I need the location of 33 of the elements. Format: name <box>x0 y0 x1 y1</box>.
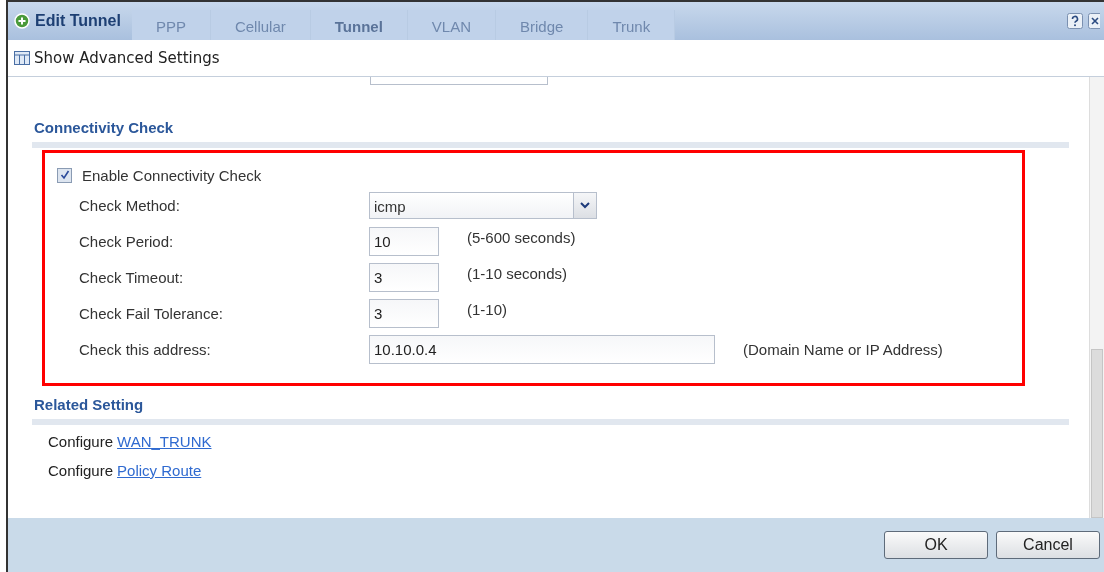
configure-text: Configure <box>48 433 114 450</box>
input-field[interactable]: 3 <box>369 298 439 328</box>
window-title: Edit Tunnel <box>35 12 121 30</box>
section-title: Connectivity Check <box>33 119 175 136</box>
chevron-down-icon <box>580 201 590 209</box>
cancel-button[interactable]: Cancel <box>996 531 1100 559</box>
ok-button[interactable]: OK <box>884 531 988 559</box>
range-hint: (1-10 seconds) <box>467 264 568 282</box>
close-icon[interactable] <box>1088 13 1100 29</box>
configure-text: Configure <box>48 462 114 479</box>
range-hint: (5-600 seconds) <box>467 228 576 246</box>
range-hint: (1-10) <box>467 300 507 318</box>
table-icon <box>14 51 30 65</box>
range-hint: (Domain Name or IP Address) <box>743 340 943 358</box>
method-dropdown[interactable]: icmp <box>369 191 597 219</box>
input-field[interactable]: 10.10.0.4 <box>369 334 715 364</box>
field-label: Check Fail Tolerance: <box>78 304 224 322</box>
show-advanced-settings[interactable]: Show Advanced Settings <box>34 49 220 67</box>
field-label: Check Period: <box>78 232 175 250</box>
input-field[interactable]: 3 <box>369 262 439 292</box>
link[interactable]: Policy Route <box>117 462 202 479</box>
link[interactable]: WAN_TRUNK <box>117 433 212 450</box>
add-icon <box>14 13 30 29</box>
field-label: Check Method: <box>78 196 181 214</box>
checkbox[interactable] <box>57 167 72 183</box>
checkbox-label: Enable Connectivity Check <box>82 166 262 184</box>
field-label: Check Timeout: <box>78 268 185 286</box>
input-field[interactable] <box>370 77 548 85</box>
section-title: Related Setting <box>33 396 145 413</box>
help-icon[interactable] <box>1067 13 1083 29</box>
scrollbar-thumb[interactable] <box>1091 349 1103 518</box>
input-field[interactable]: 10 <box>369 226 439 256</box>
field-label: Check this address: <box>78 340 212 358</box>
